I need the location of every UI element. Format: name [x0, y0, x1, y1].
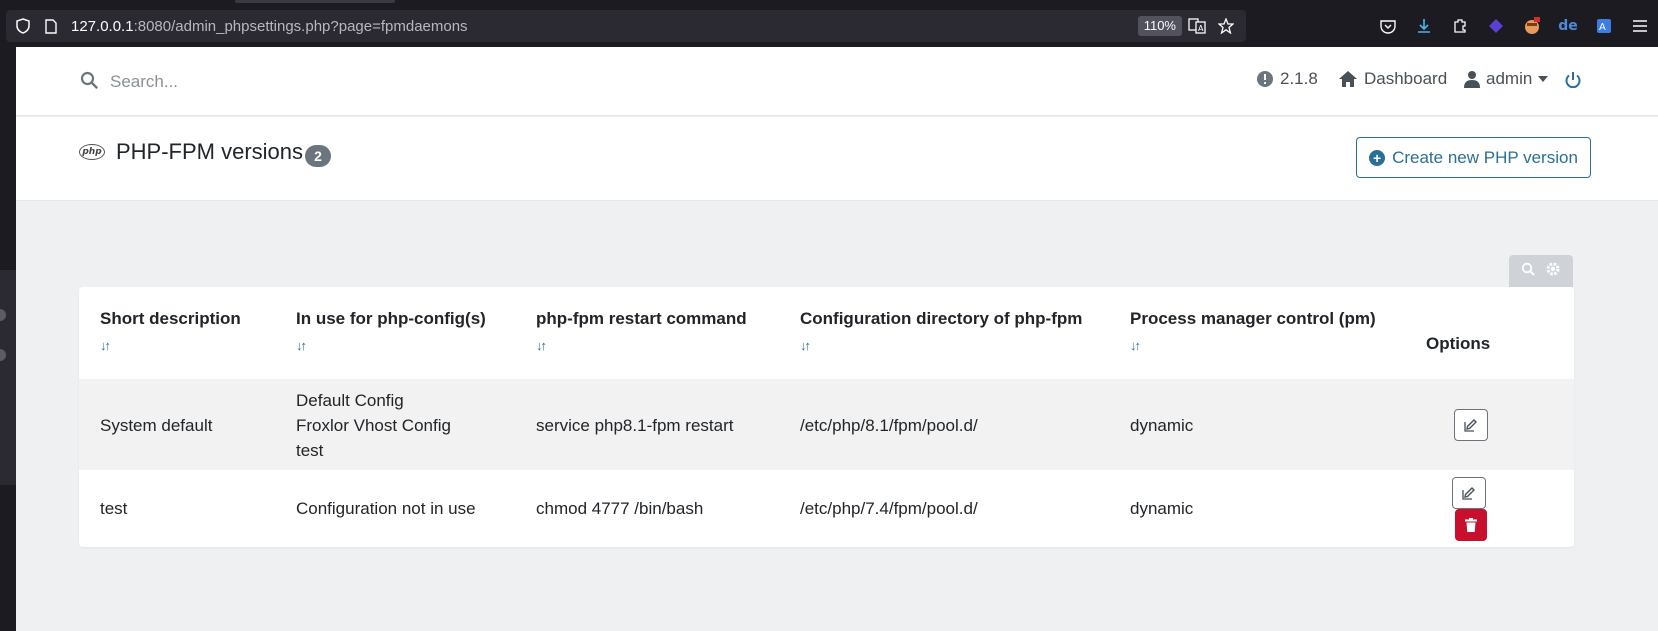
fpm-table: Short description ↓↑ In use for php-conf… — [79, 287, 1574, 547]
cell-description: System default — [100, 416, 213, 435]
sort-description-icon[interactable]: ↓↑ — [100, 338, 111, 353]
bookmark-star-icon[interactable] — [1217, 17, 1235, 39]
cell-dir: /etc/php/8.1/fpm/pool.d/ — [800, 416, 978, 435]
sort-pm-icon[interactable]: ↓↑ — [1130, 338, 1141, 353]
page-title: PHP-FPM versions — [116, 139, 304, 164]
svg-text:A: A — [1198, 24, 1204, 33]
cell-restart: chmod 4777 /bin/bash — [536, 499, 704, 518]
pocket-icon[interactable] — [1370, 14, 1406, 38]
power-icon — [1565, 72, 1581, 89]
trash-icon — [1465, 518, 1477, 532]
col-header-options: Options — [1426, 334, 1491, 353]
user-menu[interactable]: admin — [1464, 69, 1549, 89]
svg-text:A: A — [1599, 22, 1606, 33]
table-tools — [1509, 255, 1573, 287]
sort-configs-icon[interactable]: ↓↑ — [296, 338, 307, 353]
cell-config: Default Config — [296, 391, 404, 410]
sort-dir-icon[interactable]: ↓↑ — [800, 338, 811, 353]
cell-config: Configuration not in use — [296, 499, 476, 518]
top-navbar: 2.1.8 Dashboard admin — [16, 47, 1658, 116]
col-header-pm: Process manager control (pm) — [1130, 309, 1376, 328]
col-header-dir: Configuration directory of php-fpm — [800, 309, 1083, 328]
table-search-icon[interactable] — [1521, 262, 1535, 281]
dict-de-icon[interactable]: de — [1550, 14, 1586, 38]
page-header: php PHP-FPM versions 2 + Create new PHP … — [16, 117, 1658, 201]
menu-icon[interactable] — [1622, 14, 1658, 38]
cell-config: test — [296, 441, 324, 460]
extensions-icon[interactable] — [1442, 14, 1478, 38]
php-logo-icon: php — [79, 144, 105, 160]
cell-pm: dynamic — [1130, 416, 1194, 435]
user-icon — [1464, 71, 1480, 88]
sort-restart-icon[interactable]: ↓↑ — [536, 338, 547, 353]
create-button-label: Create new PHP version — [1392, 147, 1578, 167]
info-icon — [1257, 71, 1273, 87]
edit-icon — [1462, 487, 1475, 500]
col-header-configs: In use for php-config(s) — [296, 309, 486, 328]
dashboard-label: Dashboard — [1364, 69, 1448, 88]
search-input[interactable] — [110, 67, 610, 97]
user-name: admin — [1486, 69, 1533, 88]
sidebar-block — [0, 270, 16, 485]
logout-button[interactable] — [1564, 71, 1588, 89]
table-settings-gear-icon[interactable] — [1545, 261, 1561, 282]
edit-button[interactable] — [1452, 477, 1486, 509]
translate-icon[interactable]: A — [1188, 18, 1206, 39]
cell-pm: dynamic — [1130, 499, 1194, 518]
version-info[interactable]: 2.1.8 — [1256, 69, 1318, 89]
zoom-level[interactable]: 110% — [1137, 16, 1182, 36]
page-content: 2.1.8 Dashboard admin php PHP-FPM versio… — [16, 47, 1658, 631]
create-php-version-button[interactable]: + Create new PHP version — [1356, 137, 1591, 178]
edit-button[interactable] — [1454, 409, 1488, 441]
delete-button[interactable] — [1455, 509, 1487, 541]
avatar-icon[interactable] — [1514, 14, 1550, 38]
url-bar[interactable]: 127.0.0.1:8080/admin_phpsettings.php?pag… — [6, 10, 1246, 42]
version-text: 2.1.8 — [1280, 69, 1318, 88]
translate-ext-icon[interactable]: A — [1586, 14, 1622, 38]
url-host: 127.0.0.1 — [71, 17, 134, 35]
edit-icon — [1464, 419, 1477, 432]
shield-icon[interactable] — [15, 18, 31, 34]
cell-restart: service php8.1-fpm restart — [536, 416, 734, 435]
sidebar-edge — [0, 47, 16, 631]
url-path: :8080/admin_phpsettings.php?page=fpmdaem… — [133, 17, 468, 35]
cell-dir: /etc/php/7.4/fpm/pool.d/ — [800, 499, 978, 518]
active-tab-indicator — [235, 0, 395, 3]
url-text[interactable]: 127.0.0.1:8080/admin_phpsettings.php?pag… — [71, 18, 468, 35]
page-icon — [43, 18, 59, 34]
browser-toolbar: 127.0.0.1:8080/admin_phpsettings.php?pag… — [0, 0, 1658, 47]
table-row: System default Default Config Froxlor Vh… — [79, 379, 1574, 470]
search-icon — [80, 71, 98, 94]
dashboard-link[interactable]: Dashboard — [1338, 69, 1447, 89]
cell-description: test — [100, 499, 128, 518]
vpn-icon[interactable] — [1478, 14, 1514, 38]
plus-circle-icon: + — [1369, 149, 1386, 166]
home-icon — [1339, 71, 1357, 87]
count-badge: 2 — [305, 145, 331, 167]
col-header-restart: php-fpm restart command — [536, 309, 747, 328]
toolbar-icons: de A — [1370, 14, 1658, 38]
download-icon[interactable] — [1406, 14, 1442, 38]
col-header-description: Short description — [100, 309, 241, 328]
chevron-down-icon — [1538, 76, 1549, 82]
cell-config: Froxlor Vhost Config — [296, 416, 451, 435]
